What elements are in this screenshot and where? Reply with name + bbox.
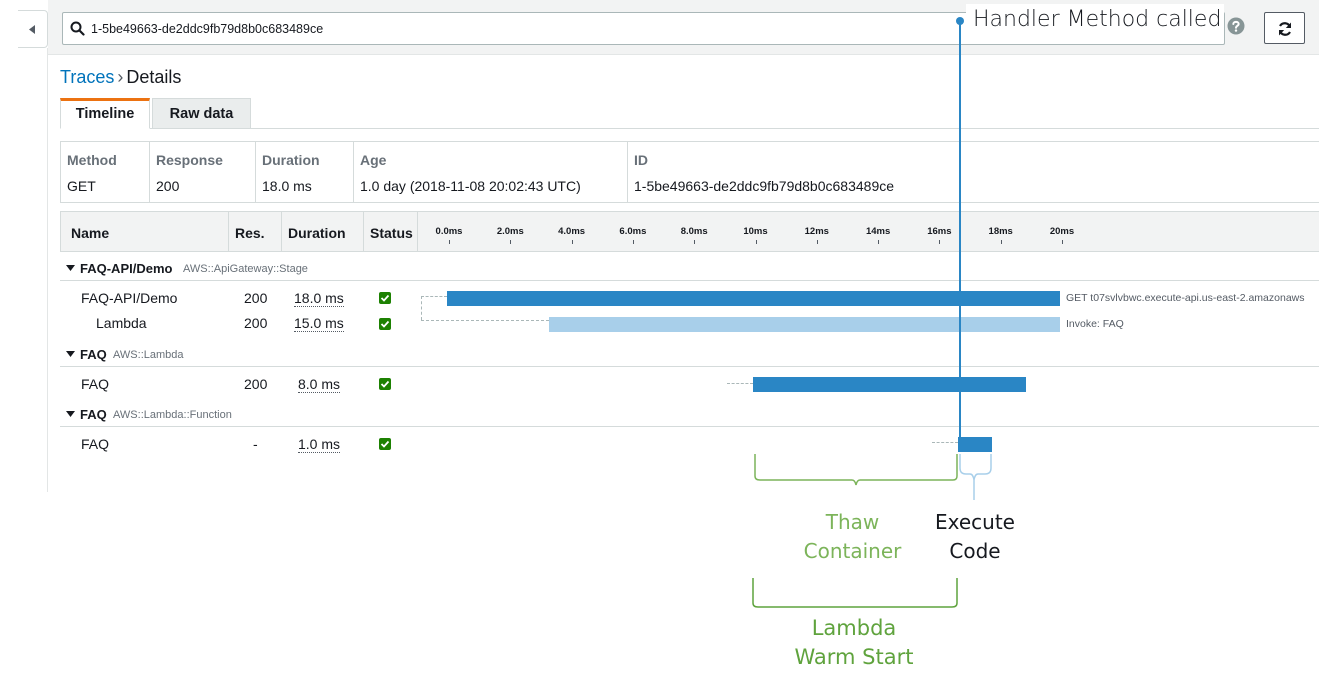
lambda-warm-start-annotation: Lambda Warm Start (770, 614, 938, 672)
execute-line-2: Code (949, 539, 1001, 563)
thaw-bracket (754, 454, 958, 486)
thaw-line-2: Container (803, 539, 902, 563)
execute-bracket (959, 454, 992, 500)
execute-code-annotation: Execute Code (925, 508, 1025, 566)
warm-start-bracket (752, 578, 958, 608)
thaw-line-1: Thaw (825, 510, 880, 534)
thaw-container-annotation: Thaw Container (790, 508, 915, 566)
warm-line-1: Lambda (811, 616, 897, 640)
warm-line-2: Warm Start (794, 645, 914, 669)
execute-line-1: Execute (935, 510, 1015, 534)
bracket-layer (752, 454, 992, 608)
